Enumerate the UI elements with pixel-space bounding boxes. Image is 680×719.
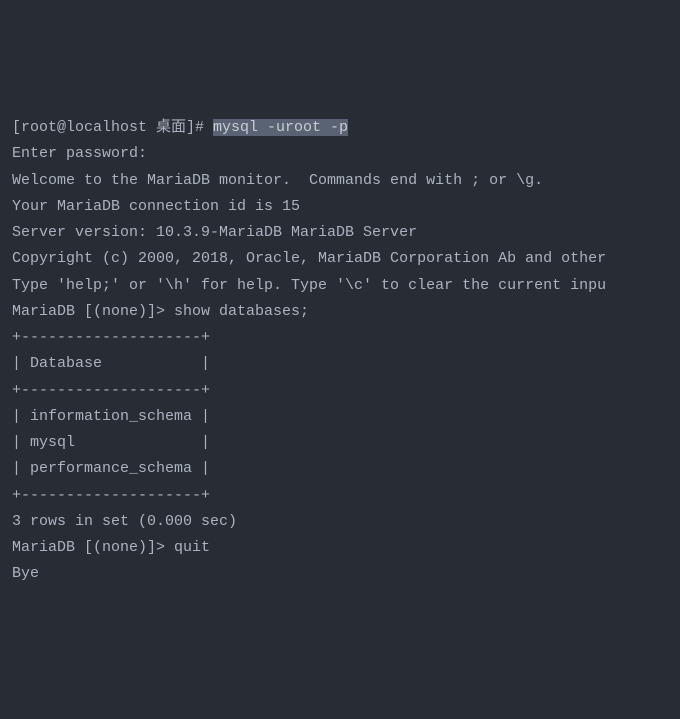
table-row: | performance_schema | — [12, 456, 668, 482]
mariadb-prompt: MariaDB [(none)]> quit — [12, 535, 668, 561]
output-line: Server version: 10.3.9-MariaDB MariaDB S… — [12, 220, 668, 246]
terminal-output[interactable]: [root@localhost 桌面]# mysql -uroot -pEnte… — [12, 115, 668, 588]
typed-command: mysql -uroot -p — [213, 119, 348, 136]
mariadb-prompt: MariaDB [(none)]> show databases; — [12, 299, 668, 325]
result-summary: 3 rows in set (0.000 sec) — [12, 509, 668, 535]
table-border: +--------------------+ — [12, 378, 668, 404]
table-row: | information_schema | — [12, 404, 668, 430]
output-line: Copyright (c) 2000, 2018, Oracle, MariaD… — [12, 246, 668, 272]
table-border: +--------------------+ — [12, 483, 668, 509]
output-line: Enter password: — [12, 141, 668, 167]
output-line: Bye — [12, 561, 668, 587]
command-line: [root@localhost 桌面]# mysql -uroot -p — [12, 115, 668, 141]
output-line: Type 'help;' or '\h' for help. Type '\c'… — [12, 273, 668, 299]
table-row: | mysql | — [12, 430, 668, 456]
output-line: Welcome to the MariaDB monitor. Commands… — [12, 168, 668, 194]
output-line: Your MariaDB connection id is 15 — [12, 194, 668, 220]
table-header: | Database | — [12, 351, 668, 377]
table-border: +--------------------+ — [12, 325, 668, 351]
shell-prompt: [root@localhost 桌面]# — [12, 119, 213, 136]
